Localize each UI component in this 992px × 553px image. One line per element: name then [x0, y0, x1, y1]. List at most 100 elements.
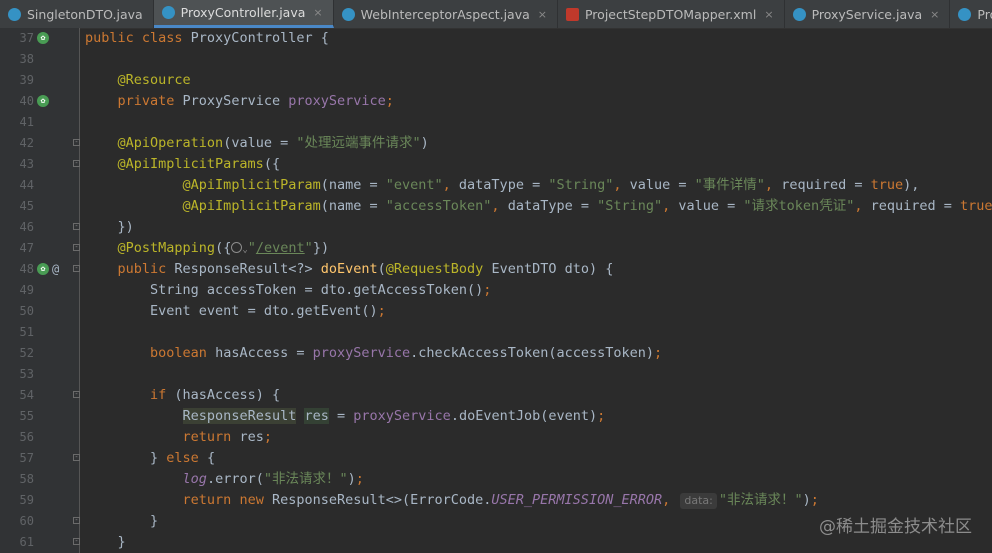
code-token: @ApiImplicitParam [182, 177, 321, 193]
fold-marker-icon[interactable]: - [73, 538, 80, 545]
code-line[interactable]: String accessToken = dto.getAccessToken(… [85, 280, 491, 301]
code-token: ), [903, 177, 920, 193]
code-token: @ApiImplicitParams [117, 156, 264, 172]
code-line[interactable]: } [85, 511, 158, 532]
code-token: value = [629, 177, 695, 193]
code-line[interactable]: @ApiImplicitParam(name = "accessToken", … [85, 196, 992, 217]
gutter-line: 41 [0, 112, 80, 133]
gutter-line: 39 [0, 70, 80, 91]
code-token: @RequestBody [385, 261, 492, 277]
close-icon[interactable]: × [313, 6, 322, 19]
url-endpoint-icon[interactable]: ⌄ [231, 240, 248, 256]
code-line[interactable]: @PostMapping({⌄"/event"}) [85, 238, 330, 259]
code-token: } [150, 450, 167, 466]
gutter-line: 49 [0, 280, 80, 301]
code-token: "非法请求！" [718, 492, 803, 508]
fold-marker-icon[interactable]: - [73, 265, 80, 272]
fold-marker-icon[interactable]: - [73, 244, 80, 251]
tab-singletondto-java[interactable]: SingletonDTO.java [0, 0, 154, 28]
line-number: 43 [19, 157, 34, 171]
fold-marker-icon[interactable]: - [73, 160, 80, 167]
code-token: " [247, 240, 256, 256]
bean-icon[interactable]: ✿ [37, 32, 49, 44]
code-line[interactable]: }) [85, 217, 134, 238]
code-token: ) [802, 492, 811, 508]
code-token: Event event = dto.getEvent() [150, 303, 378, 319]
code-line[interactable]: boolean hasAccess = proxyService.checkAc… [85, 343, 662, 364]
code-token: ResponseResult<?> [174, 261, 321, 277]
code-line[interactable]: log.error("非法请求！"); [85, 469, 364, 490]
bean-icon[interactable]: ✿ [37, 95, 49, 107]
code-token: (hasAccess) { [174, 387, 281, 403]
gutter-line: 57 - [0, 448, 80, 469]
tab-projectservice-java[interactable]: ProjectService.java [950, 0, 992, 28]
close-icon[interactable]: × [764, 8, 773, 21]
close-icon[interactable]: × [930, 8, 939, 21]
code-token: ; [810, 492, 819, 508]
fold-marker-icon[interactable]: - [73, 223, 80, 230]
code-token: .checkAccessToken(accessToken) [410, 345, 654, 361]
java-class-icon [8, 7, 21, 21]
code-editor[interactable]: public class ProxyController { @Resource… [80, 28, 992, 553]
code-line[interactable]: private ProxyService proxyService; [85, 91, 394, 112]
line-number: 40 [19, 94, 34, 108]
code-line[interactable]: @ApiImplicitParams({ [85, 154, 281, 175]
code-line[interactable]: public ResponseResult<?> doEvent(@Reques… [85, 259, 614, 280]
tab-label: ProxyService.java [811, 6, 923, 22]
tab-webinterceptoraspect-java[interactable]: WebInterceptorAspect.java × [334, 0, 558, 28]
line-number: 50 [19, 304, 34, 318]
code-line[interactable]: return new ResponseResult<>(ErrorCode.US… [85, 490, 819, 511]
gutter-line: 42 - [0, 133, 80, 154]
gutter-line: 45 [0, 196, 80, 217]
tab-projectstepdtomapper-xml[interactable]: ProjectStepDTOMapper.xml × [558, 0, 785, 28]
tab-proxycontroller-java[interactable]: ProxyController.java × [153, 0, 334, 28]
code-line[interactable]: Event event = dto.getEvent(); [85, 301, 386, 322]
watermark: @稀土掘金技术社区 [819, 517, 972, 537]
code-line[interactable]: } else { [85, 448, 215, 469]
code-token: }) [312, 240, 330, 256]
code-token: "event" [385, 177, 443, 193]
code-line[interactable]: ResponseResult res = proxyService.doEven… [85, 406, 605, 427]
code-token: "处理远端事件请求" [296, 135, 421, 151]
bean-icon[interactable]: ✿ [37, 263, 49, 275]
code-token: { [206, 450, 216, 466]
code-token: ; [377, 303, 386, 319]
close-icon[interactable]: × [538, 8, 547, 21]
fold-marker-icon[interactable]: - [73, 517, 80, 524]
code-token: @Resource [117, 72, 191, 88]
fold-marker-icon[interactable]: - [73, 454, 80, 461]
gutter-line: 54 - [0, 385, 80, 406]
code-line[interactable]: @ApiImplicitParam(name = "event", dataTy… [85, 175, 920, 196]
java-class-icon [341, 7, 355, 21]
code-line[interactable]: @ApiOperation(value = "处理远端事件请求") [85, 133, 429, 154]
code-token: required = [870, 198, 960, 214]
fold-marker-icon[interactable]: - [73, 139, 80, 146]
line-number-gutter[interactable]: 37 ✿ 38 39 40 ✿ 41 42-43-44 45 46-47-48 ✿ @ -49 50 51 5… [0, 28, 80, 553]
code-line[interactable]: @Resource [85, 70, 191, 91]
line-number: 61 [19, 535, 34, 549]
mapping-at-icon[interactable]: @ [52, 259, 59, 280]
code-line[interactable]: } [85, 532, 126, 553]
line-number: 45 [19, 199, 34, 213]
gutter-line: 47 - [0, 238, 80, 259]
code-line[interactable]: return res; [85, 427, 272, 448]
line-number: 44 [19, 178, 34, 192]
code-line[interactable]: if (hasAccess) { [85, 385, 280, 406]
tab-proxyservice-java[interactable]: ProxyService.java × [785, 0, 951, 28]
gutter-line: 44 [0, 175, 80, 196]
code-line[interactable]: public class ProxyController { [85, 28, 329, 49]
code-token: , [662, 198, 679, 214]
line-number: 56 [19, 430, 34, 444]
code-token: = [328, 408, 354, 424]
gutter-line: 52 [0, 343, 80, 364]
code-token: ( [377, 261, 386, 277]
tab-label: WebInterceptorAspect.java [360, 6, 530, 22]
code-token: USER_PERMISSION_ERROR [491, 492, 663, 508]
fold-marker-icon[interactable]: - [73, 391, 80, 398]
